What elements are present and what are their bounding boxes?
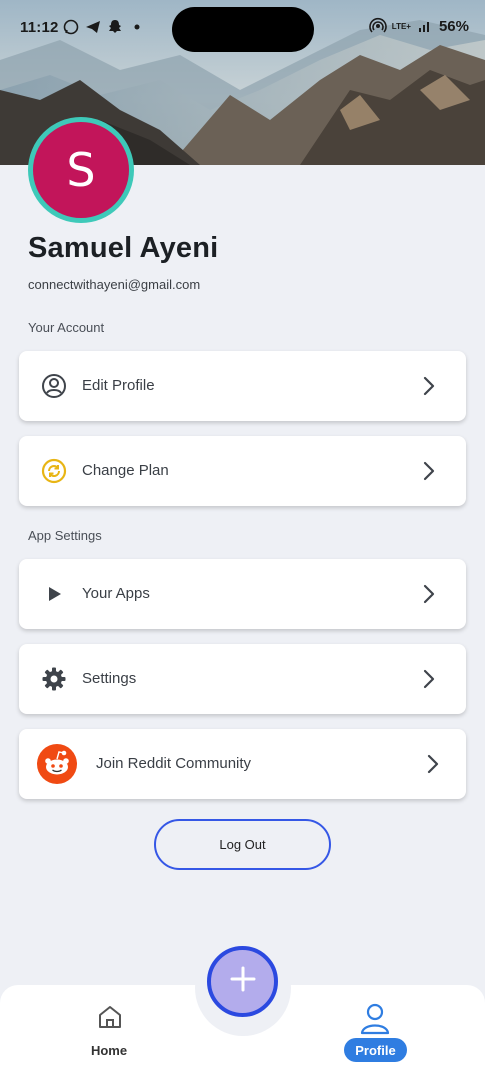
- change-plan-label: Change Plan: [82, 462, 169, 479]
- settings-label: Settings: [82, 670, 137, 687]
- section-your-account: Your Account: [28, 320, 105, 335]
- status-bar: 11:12 LTE+ 56%: [0, 0, 485, 56]
- chevron-right-icon: [422, 583, 436, 605]
- chevron-right-icon: [422, 460, 436, 482]
- notification-icons: [62, 18, 146, 36]
- dot-icon: [128, 18, 146, 36]
- profile-email: connectwithayeni@gmail.com: [28, 277, 201, 292]
- reddit-icon: [37, 744, 77, 784]
- avatar[interactable]: S: [33, 122, 129, 218]
- status-time: 11:12: [20, 19, 59, 36]
- hotspot-icon: [369, 17, 387, 35]
- nav-home-button[interactable]: [90, 1003, 130, 1036]
- add-button[interactable]: [207, 946, 278, 1017]
- chevron-right-icon: [422, 375, 436, 397]
- refresh-coin-icon: [41, 458, 67, 484]
- camera-notch: [172, 7, 314, 52]
- logout-button[interactable]: Log Out: [154, 819, 331, 870]
- profile-icon[interactable]: [358, 1001, 392, 1040]
- user-circle-icon: [41, 373, 67, 399]
- home-icon: [96, 1006, 124, 1035]
- snapchat-icon: [106, 18, 124, 36]
- signal-icon: [416, 17, 434, 35]
- edit-profile-button[interactable]: Edit Profile: [19, 351, 466, 421]
- settings-button[interactable]: Settings: [19, 644, 466, 714]
- nav-profile-button[interactable]: Profile: [344, 1038, 407, 1062]
- your-apps-button[interactable]: Your Apps: [19, 559, 466, 629]
- network-type: LTE+: [391, 21, 411, 31]
- nav-home-label[interactable]: Home: [80, 1043, 138, 1058]
- telegram-icon: [84, 18, 102, 36]
- gear-icon: [41, 666, 67, 692]
- profile-name: Samuel Ayeni: [28, 232, 219, 264]
- chevron-right-icon: [422, 668, 436, 690]
- your-apps-label: Your Apps: [82, 585, 150, 602]
- edit-profile-label: Edit Profile: [82, 377, 155, 394]
- change-plan-button[interactable]: Change Plan: [19, 436, 466, 506]
- system-status-icons: LTE+ 56%: [369, 17, 469, 35]
- plus-icon: [228, 964, 258, 999]
- join-reddit-label: Join Reddit Community: [96, 755, 252, 772]
- avatar-initial: S: [66, 143, 96, 197]
- whatsapp-icon: [62, 18, 80, 36]
- section-app-settings: App Settings: [28, 528, 102, 543]
- play-icon: [41, 581, 67, 607]
- chevron-right-icon: [426, 753, 440, 775]
- battery-level: 56%: [438, 17, 469, 35]
- join-reddit-button[interactable]: Join Reddit Community: [19, 729, 466, 799]
